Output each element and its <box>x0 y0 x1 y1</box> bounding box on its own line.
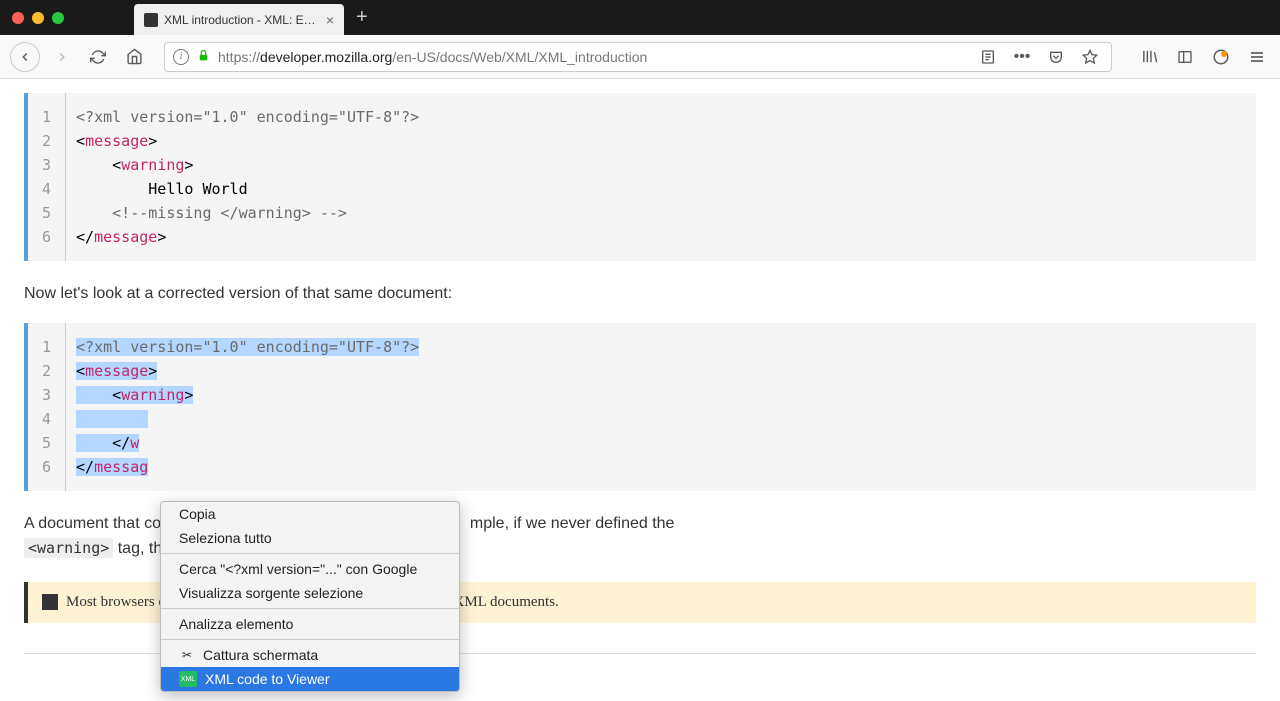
library-icon[interactable] <box>1136 44 1162 70</box>
line-numbers: 1 2 3 4 5 6 <box>28 323 66 491</box>
context-menu-inspect[interactable]: Analizza elemento <box>161 612 459 636</box>
pocket-icon[interactable] <box>1043 44 1069 70</box>
address-bar[interactable]: i https://developer.mozilla.org/en-US/do… <box>164 42 1112 72</box>
new-tab-button[interactable]: + <box>356 6 368 29</box>
home-button[interactable] <box>120 43 148 71</box>
site-info-icon[interactable]: i <box>173 49 189 65</box>
context-menu-view-source[interactable]: Visualizza sorgente selezione <box>161 581 459 605</box>
browser-tab[interactable]: XML introduction - XML: Extens × <box>134 4 344 35</box>
scissors-icon: ✂ <box>179 647 195 663</box>
line-numbers: 1 2 3 4 5 6 <box>28 93 66 261</box>
extension-badge-icon[interactable] <box>1208 44 1234 70</box>
context-menu-select-all[interactable]: Seleziona tutto <box>161 526 459 550</box>
inline-code-warning-tag: <warning> <box>24 538 113 558</box>
reader-mode-icon[interactable] <box>975 44 1001 70</box>
context-menu-xml-viewer[interactable]: XML XML code to Viewer <box>161 667 459 691</box>
context-menu-separator <box>161 553 459 554</box>
code-body[interactable]: <?xml version="1.0" encoding="UTF-8"?> <… <box>66 93 429 261</box>
window-controls <box>0 12 64 24</box>
note-icon <box>42 594 58 610</box>
menu-icon[interactable] <box>1244 44 1270 70</box>
page-content: 1 2 3 4 5 6 <?xml version="1.0" encoding… <box>0 79 1280 668</box>
reload-button[interactable] <box>84 43 112 71</box>
context-menu-separator <box>161 608 459 609</box>
browser-toolbar: i https://developer.mozilla.org/en-US/do… <box>0 35 1280 79</box>
paragraph-corrected-intro: Now let's look at a corrected version of… <box>24 281 1256 307</box>
code-block-corrected: 1 2 3 4 5 6 <?xml version="1.0" encoding… <box>24 323 1256 491</box>
xml-badge-icon: XML <box>179 671 197 687</box>
url-text: https://developer.mozilla.org/en-US/docs… <box>218 49 967 65</box>
titlebar: XML introduction - XML: Extens × + <box>0 0 1280 35</box>
context-menu-screenshot[interactable]: ✂ Cattura schermata <box>161 643 459 667</box>
tab-close-icon[interactable]: × <box>326 12 334 28</box>
page-actions-icon[interactable]: ••• <box>1009 44 1035 70</box>
tab-favicon-icon <box>144 13 158 27</box>
code-body-selected[interactable]: <?xml version="1.0" encoding="UTF-8"?> <… <box>66 323 429 491</box>
back-button[interactable] <box>10 42 40 72</box>
forward-button[interactable] <box>48 43 76 71</box>
window-minimize-button[interactable] <box>32 12 44 24</box>
bookmark-star-icon[interactable] <box>1077 44 1103 70</box>
context-menu-separator <box>161 639 459 640</box>
tab-title: XML introduction - XML: Extens <box>164 13 320 27</box>
context-menu-search-google[interactable]: Cerca "<?xml version="..." con Google <box>161 557 459 581</box>
context-menu-copy[interactable]: Copia <box>161 502 459 526</box>
window-close-button[interactable] <box>12 12 24 24</box>
sidebar-icon[interactable] <box>1172 44 1198 70</box>
code-block-invalid: 1 2 3 4 5 6 <?xml version="1.0" encoding… <box>24 93 1256 261</box>
lock-icon[interactable] <box>197 49 210 65</box>
window-maximize-button[interactable] <box>52 12 64 24</box>
context-menu: Copia Seleziona tutto Cerca "<?xml versi… <box>160 501 460 692</box>
